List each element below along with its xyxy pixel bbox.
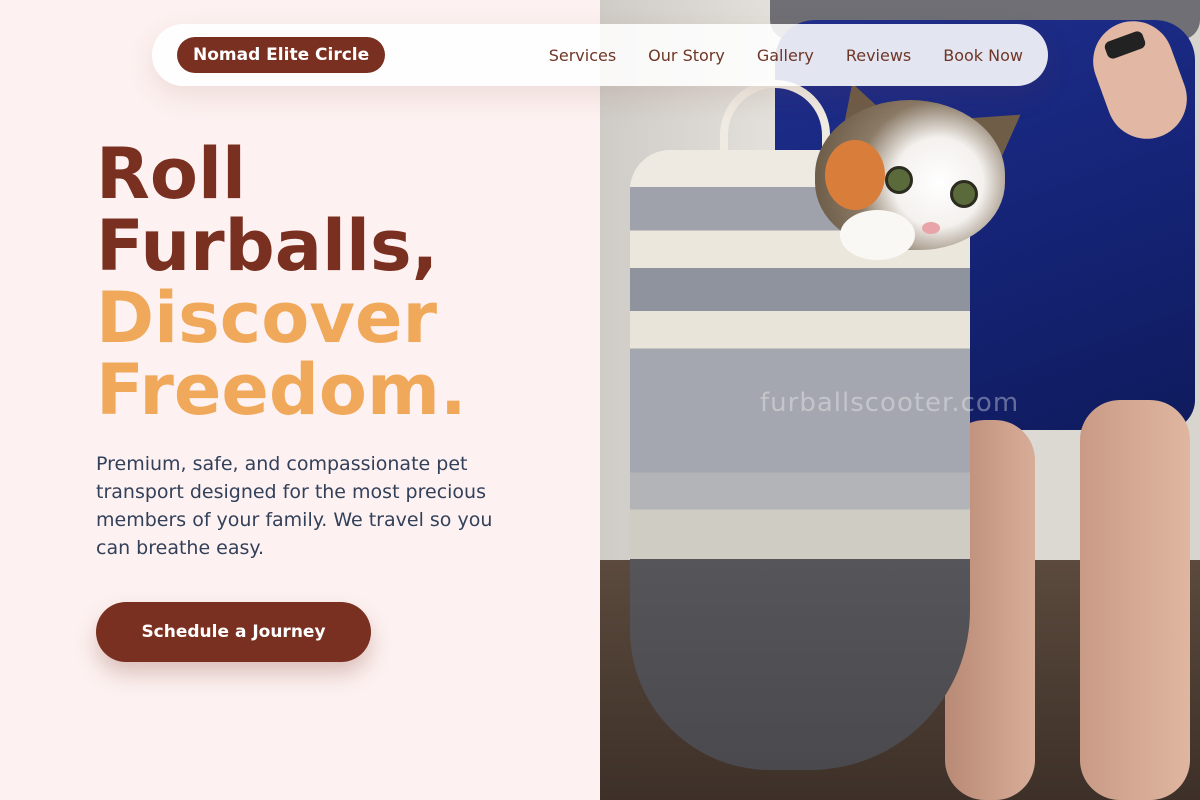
hero-subtext: Premium, safe, and compassionate pet tra… bbox=[96, 453, 493, 559]
nav-link-reviews[interactable]: Reviews bbox=[846, 46, 911, 65]
headline-line-1: Roll bbox=[96, 133, 246, 215]
headline-line-2: Furballs, bbox=[96, 205, 439, 287]
cat-nose bbox=[922, 222, 940, 234]
cat-orange-patch bbox=[825, 140, 885, 210]
headline-line-4: Freedom. bbox=[96, 349, 467, 431]
hero-headline: Roll Furballs, Discover Freedom. bbox=[96, 138, 566, 426]
photo-leg-right bbox=[1080, 400, 1190, 800]
cat-eye-right bbox=[950, 180, 978, 208]
photo-watermark: furballscooter.com bbox=[760, 388, 1020, 418]
nav-link-book-now[interactable]: Book Now bbox=[943, 46, 1023, 65]
nav-link-our-story[interactable]: Our Story bbox=[648, 46, 725, 65]
nav-links: Services Our Story Gallery Reviews Book … bbox=[549, 46, 1023, 65]
cat-eye-left bbox=[885, 166, 913, 194]
cat-paw bbox=[840, 210, 915, 260]
schedule-journey-button[interactable]: Schedule a Journey bbox=[96, 602, 371, 662]
nav-link-gallery[interactable]: Gallery bbox=[757, 46, 814, 65]
nav-link-services[interactable]: Services bbox=[549, 46, 616, 65]
brand-logo[interactable]: Nomad Elite Circle bbox=[177, 37, 386, 73]
headline-line-3: Discover bbox=[96, 277, 437, 359]
hero-photo: furballscooter.com bbox=[600, 0, 1200, 800]
top-navbar: Nomad Elite Circle Services Our Story Ga… bbox=[152, 24, 1048, 86]
